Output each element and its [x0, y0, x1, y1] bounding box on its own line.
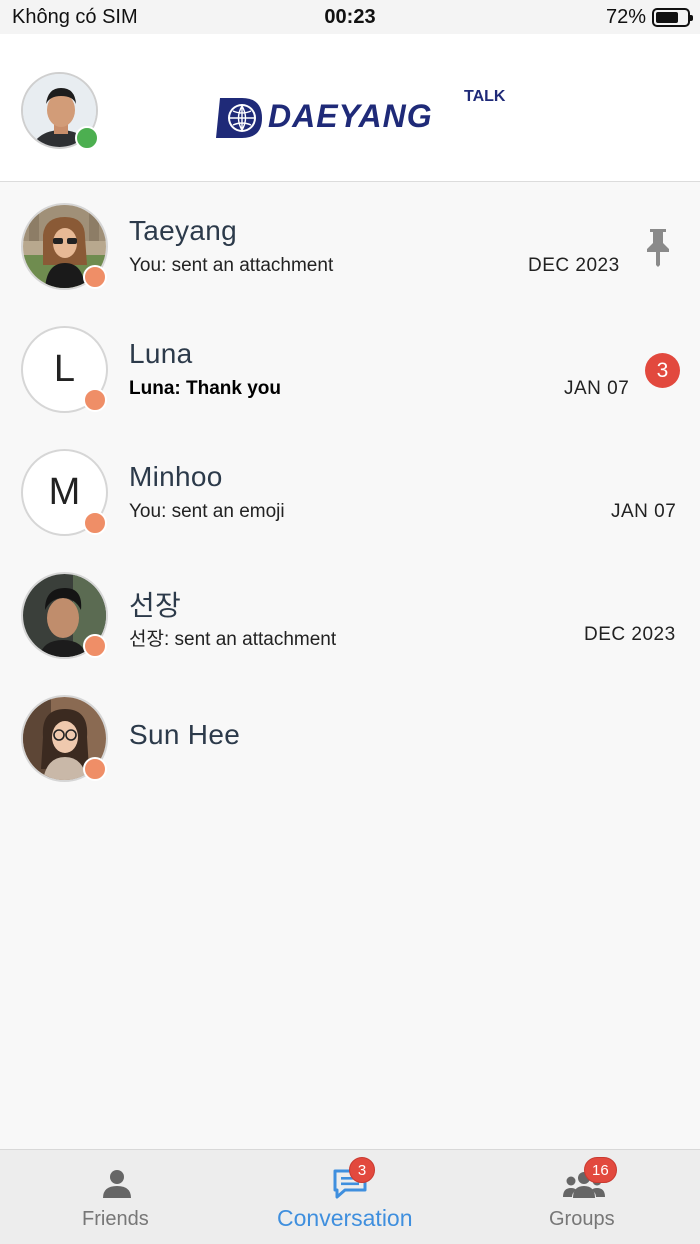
conversation-item-minhoo[interactable]: M Minhoo You: sent an emoji JAN 07 [0, 429, 700, 552]
unread-badge: 3 [645, 353, 680, 388]
pin-icon[interactable] [641, 227, 675, 267]
logo-talk-label: TALK [464, 88, 506, 105]
conversation-name: Taeyang [129, 215, 237, 246]
conversation-date: JAN 07 [564, 378, 630, 399]
tab-friends[interactable]: Friends [60, 1150, 174, 1244]
logo-wordmark: DAEYANG [268, 98, 433, 134]
conversation-preview: Luna: Thank you [129, 378, 281, 399]
battery-percent: 72% [605, 5, 646, 28]
conversation-name: Luna [129, 338, 193, 369]
conversation-list: Taeyang You: sent an attachment DEC 2023… [0, 183, 700, 798]
conversation-date: DEC 2023 [584, 624, 676, 645]
conversation-date: DEC 2023 [528, 255, 620, 276]
conversation-date: JAN 07 [611, 501, 677, 522]
conversation-preview: 선장: sent an attachment [129, 629, 337, 650]
tab-groups[interactable]: 16 Groups [530, 1150, 640, 1244]
conversation-item-sun-hee[interactable]: Sun Hee [0, 675, 700, 798]
presence-dot [83, 265, 107, 289]
my-online-status [75, 126, 99, 150]
tab-conversation[interactable]: 3 Conversation [270, 1150, 430, 1244]
app-header: DAEYANG TALK [0, 34, 700, 182]
conversation-item-luna[interactable]: L Luna Luna: Thank you JAN 07 3 [0, 306, 700, 429]
tab-label: Groups [549, 1208, 615, 1230]
conversation-preview: You: sent an attachment [129, 255, 334, 276]
presence-dot [83, 511, 107, 535]
carrier-label: Không có SIM [12, 5, 138, 28]
conversation-preview: You: sent an emoji [129, 501, 285, 522]
daeyang-logo: DAEYANG TALK [216, 88, 516, 138]
conversation-name: 선장 [129, 590, 182, 621]
presence-dot [83, 388, 107, 412]
tab-badge: 3 [349, 1157, 375, 1183]
presence-dot [83, 757, 107, 781]
status-bar: Không có SIM 00:23 72% [0, 0, 700, 34]
person-icon [103, 1170, 131, 1198]
tab-label: Conversation [277, 1205, 413, 1231]
bottom-tab-bar: Friends 3 Conversation 16 Groups [0, 1149, 700, 1244]
battery-icon [652, 7, 693, 27]
conversation-item-taeyang[interactable]: Taeyang You: sent an attachment DEC 2023 [0, 183, 700, 306]
tab-label: Friends [82, 1208, 149, 1230]
presence-dot [83, 634, 107, 658]
tab-badge: 16 [584, 1157, 617, 1183]
conversation-name: Sun Hee [129, 719, 241, 750]
battery-indicator: 72% [605, 5, 693, 29]
conversation-name: Minhoo [129, 461, 223, 492]
battery-fill [656, 11, 678, 23]
globe-logo-icon [216, 98, 262, 138]
conversation-item-seonjang[interactable]: 선장 선장: sent an attachment DEC 2023 [0, 552, 700, 675]
